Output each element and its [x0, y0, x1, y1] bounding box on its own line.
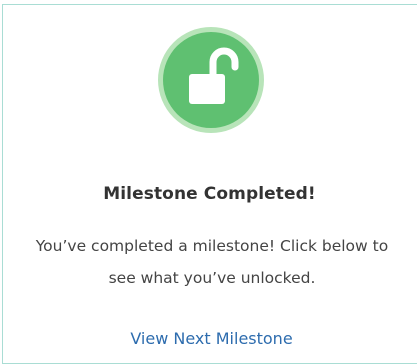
badge-circle [163, 32, 259, 128]
view-next-milestone-link[interactable]: View Next Milestone [3, 329, 417, 348]
milestone-title: Milestone Completed! [103, 184, 316, 204]
unlocked-padlock-icon [189, 47, 239, 104]
milestone-card: Milestone Completed! You’ve completed a … [2, 4, 417, 364]
milestone-badge [158, 27, 264, 133]
milestone-message: You’ve completed a milestone! Click belo… [35, 237, 389, 287]
